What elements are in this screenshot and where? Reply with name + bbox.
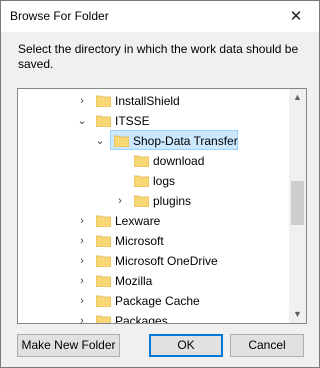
chevron-right-icon[interactable]: › (114, 191, 126, 211)
tree-item-label: Mozilla (115, 274, 153, 288)
chevron-down-icon[interactable]: ⌄ (94, 131, 106, 151)
scroll-down-arrow-icon[interactable]: ▼ (289, 306, 306, 323)
tree-item-label: Packages (115, 314, 168, 324)
chevron-right-icon[interactable]: › (76, 231, 88, 251)
close-icon[interactable]: ✕ (273, 1, 319, 32)
folder-icon (96, 95, 111, 107)
tree-item[interactable]: logs (18, 171, 288, 191)
folder-tree[interactable]: › InstallShield ⌄ ITSSE ⌄ Shop-Data Tran… (17, 88, 307, 324)
tree-item-label: download (153, 154, 205, 168)
tree-item[interactable]: › Microsoft (18, 231, 288, 251)
folder-icon (96, 315, 111, 323)
tree-item[interactable]: › Lexware (18, 211, 288, 231)
tree-item[interactable]: › Microsoft OneDrive (18, 251, 288, 271)
chevron-right-icon[interactable]: › (76, 311, 88, 323)
cancel-button[interactable]: Cancel (230, 334, 304, 357)
folder-icon (134, 195, 149, 207)
folder-icon (96, 275, 111, 287)
ok-button[interactable]: OK (149, 334, 223, 357)
tree-item-label: Microsoft OneDrive (115, 254, 218, 268)
chevron-right-icon[interactable]: › (76, 91, 88, 111)
browse-folder-dialog: Browse For Folder ✕ Select the directory… (0, 0, 320, 368)
chevron-right-icon[interactable]: › (76, 211, 88, 231)
tree-item-label: Shop-Data Transfer (133, 134, 238, 148)
scrollbar-thumb[interactable] (291, 181, 304, 225)
tree-item-label: Package Cache (115, 294, 200, 308)
tree-item-label: ITSSE (115, 114, 150, 128)
tree-item[interactable]: › plugins (18, 191, 288, 211)
instruction-text: Select the directory in which the work d… (18, 42, 299, 71)
tree-item[interactable]: › Package Cache (18, 291, 288, 311)
folder-icon (96, 235, 111, 247)
tree-item[interactable]: › Mozilla (18, 271, 288, 291)
chevron-right-icon[interactable]: › (76, 251, 88, 271)
folder-icon (96, 115, 111, 127)
vertical-scrollbar[interactable]: ▲ ▼ (289, 89, 306, 323)
tree-item[interactable]: download (18, 151, 288, 171)
folder-icon (134, 175, 149, 187)
folder-icon (96, 255, 111, 267)
scroll-up-arrow-icon[interactable]: ▲ (289, 89, 306, 106)
tree-item-label: logs (153, 174, 176, 188)
tree-item[interactable]: › InstallShield (18, 91, 288, 111)
tree-item-label: InstallShield (115, 94, 180, 108)
tree-item-label: Lexware (115, 214, 161, 228)
tree-item[interactable]: › Packages (18, 311, 288, 324)
folder-icon (96, 295, 111, 307)
tree-item-label: Microsoft (115, 234, 164, 248)
tree-item-selected[interactable]: ⌄ Shop-Data Transfer (18, 131, 288, 151)
chevron-right-icon[interactable]: › (76, 271, 88, 291)
title-bar: Browse For Folder ✕ (1, 1, 319, 32)
folder-icon (134, 155, 149, 167)
folder-icon (96, 215, 111, 227)
chevron-down-icon[interactable]: ⌄ (76, 111, 88, 131)
make-new-folder-button[interactable]: Make New Folder (17, 334, 120, 357)
dialog-title: Browse For Folder (10, 9, 109, 23)
tree-item-label: plugins (153, 194, 192, 208)
tree-item[interactable]: ⌄ ITSSE (18, 111, 288, 131)
folder-icon (114, 135, 129, 147)
chevron-right-icon[interactable]: › (76, 291, 88, 311)
